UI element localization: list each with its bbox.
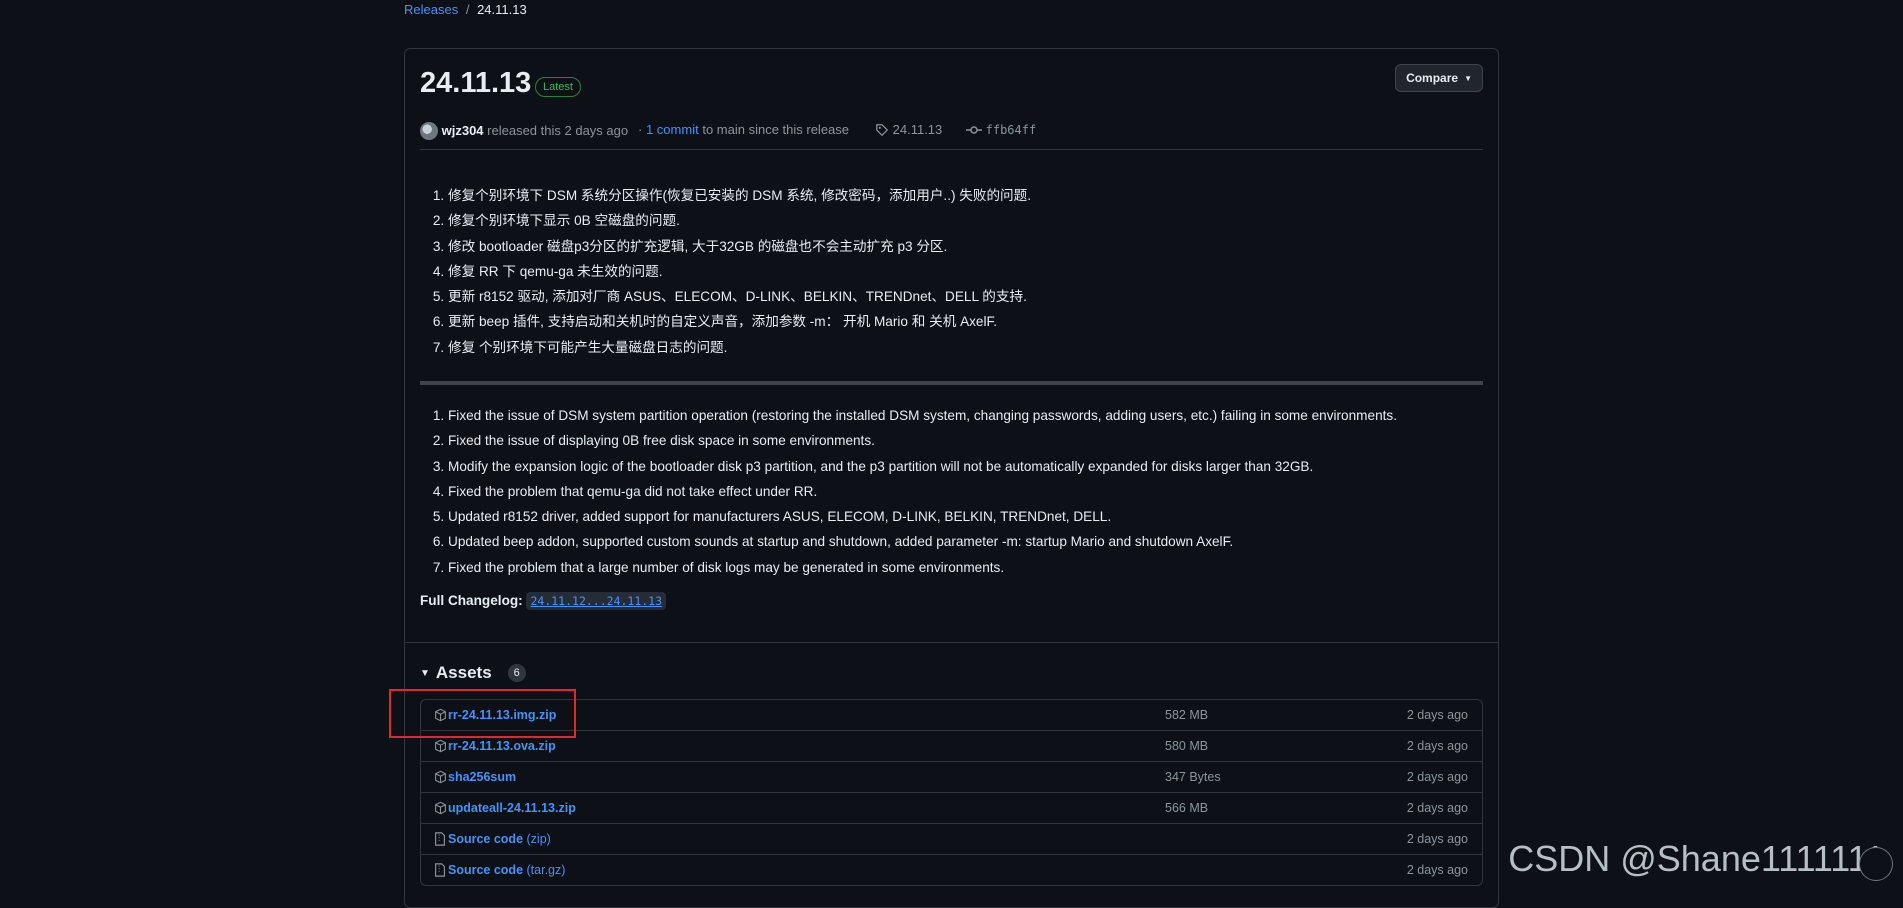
commit-prefix: ·: [638, 122, 643, 137]
asset-date: 2 days ago: [1406, 801, 1468, 815]
meta-divider: [420, 149, 1483, 150]
full-changelog: Full Changelog: 24.11.12...24.11.13: [420, 592, 667, 610]
release-meta: wjz304 released this 2 days ago · 1 comm…: [420, 122, 1036, 140]
asset-date: 2 days ago: [1406, 708, 1468, 722]
source-code-targz-link[interactable]: Source code (tar.gz): [448, 863, 565, 877]
breadcrumb-releases-link[interactable]: Releases: [404, 2, 458, 17]
asset-date: 2 days ago: [1406, 863, 1468, 877]
asset-size: 347 Bytes: [1165, 770, 1221, 784]
commit-icon: [966, 123, 982, 140]
list-item: Modify the expansion logic of the bootlo…: [448, 454, 1397, 479]
asset-link[interactable]: updateall-24.11.13.zip: [448, 801, 576, 815]
list-item: 更新 r8152 驱动, 添加对厂商 ASUS、ELECOM、D-LINK、BE…: [448, 284, 1031, 309]
assets-toggle[interactable]: ▼ Assets 6: [420, 663, 526, 683]
asset-link-label: Source code: [448, 832, 524, 846]
breadcrumb-separator: /: [465, 2, 470, 17]
asset-link-ext: (zip): [526, 832, 551, 846]
watermark: CSDN @Shane1111111: [1508, 838, 1885, 879]
asset-row: rr-24.11.13.ova.zip 580 MB 2 days ago: [421, 730, 1482, 761]
asset-row: rr-24.11.13.img.zip 582 MB 2 days ago: [421, 700, 1482, 730]
floating-action-button[interactable]: [1859, 847, 1893, 881]
asset-link-label: Source code: [448, 863, 524, 877]
list-item: Updated beep addon, supported custom sou…: [448, 529, 1397, 554]
changelog-label: Full Changelog:: [420, 593, 523, 608]
release-card: 24.11.13 Latest Compare ▼ wjz304 released…: [404, 48, 1499, 908]
avatar[interactable]: [420, 122, 438, 140]
released-text: released this 2 days ago: [487, 123, 629, 138]
list-item: Fixed the problem that a large number of…: [448, 555, 1397, 580]
commit-count-link[interactable]: 1 commit: [646, 122, 699, 137]
list-item: 更新 beep 插件, 支持启动和关机时的自定义声音，添加参数 -m： 开机 M…: [448, 309, 1031, 334]
asset-row: sha256sum 347 Bytes 2 days ago: [421, 761, 1482, 792]
package-icon: [434, 770, 447, 787]
breadcrumb: Releases / 24.11.13: [404, 2, 527, 17]
asset-link[interactable]: sha256sum: [448, 770, 516, 784]
asset-size: 582 MB: [1165, 708, 1209, 722]
release-notes-cn: 修复个别环境下 DSM 系统分区操作(恢复已安装的 DSM 系统, 修改密码，添…: [420, 183, 1031, 360]
asset-link[interactable]: rr-24.11.13.ova.zip: [448, 739, 556, 753]
release-title[interactable]: 24.11.13: [420, 67, 531, 100]
list-item: 修复 RR 下 qemu-ga 未生效的问题.: [448, 259, 1031, 284]
triangle-down-icon: ▼: [420, 668, 430, 679]
package-icon: [434, 801, 447, 818]
asset-date: 2 days ago: [1406, 739, 1468, 753]
notes-separator: [420, 381, 1483, 385]
list-item: Fixed the problem that qemu-ga did not t…: [448, 479, 1397, 504]
asset-date: 2 days ago: [1406, 832, 1468, 846]
list-item: Fixed the issue of DSM system partition …: [448, 403, 1397, 428]
changelog-link[interactable]: 24.11.12...24.11.13: [526, 592, 667, 610]
author-link[interactable]: wjz304: [442, 123, 484, 138]
asset-size: 566 MB: [1165, 801, 1209, 815]
compare-label: Compare: [1406, 71, 1459, 85]
latest-badge: Latest: [535, 77, 581, 97]
tag-link[interactable]: 24.11.13: [893, 122, 943, 137]
list-item: 修改 bootloader 磁盘p3分区的扩充逻辑, 大于32GB 的磁盘也不会…: [448, 234, 1031, 259]
asset-row: updateall-24.11.13.zip 566 MB 2 days ago: [421, 792, 1482, 823]
asset-row: Source code (tar.gz) 2 days ago: [421, 854, 1482, 885]
list-item: 修复 个别环境下可能产生大量磁盘日志的问题.: [448, 335, 1031, 360]
assets-list: rr-24.11.13.img.zip 582 MB 2 days ago rr…: [420, 699, 1483, 886]
annotation-highlight-box: [389, 689, 576, 738]
tag-icon: [875, 123, 889, 140]
assets-count-badge: 6: [507, 664, 526, 682]
assets-section-divider: [405, 642, 1498, 643]
asset-size: 580 MB: [1165, 739, 1209, 753]
list-item: 修复个别环境下 DSM 系统分区操作(恢复已安装的 DSM 系统, 修改密码，添…: [448, 183, 1031, 208]
compare-button[interactable]: Compare ▼: [1395, 64, 1483, 92]
package-icon: [434, 739, 447, 756]
commit-suffix: to main since this release: [702, 122, 850, 137]
breadcrumb-current: 24.11.13: [477, 2, 527, 17]
asset-row: Source code (zip) 2 days ago: [421, 823, 1482, 854]
assets-heading: Assets: [435, 663, 492, 682]
file-zip-icon: [434, 863, 446, 880]
asset-link-ext: (tar.gz): [526, 863, 566, 877]
chevron-down-icon: ▼: [1464, 74, 1472, 83]
list-item: Fixed the issue of displaying 0B free di…: [448, 428, 1397, 453]
release-notes-en: Fixed the issue of DSM system partition …: [420, 403, 1397, 580]
list-item: 修复个别环境下显示 0B 空磁盘的问题.: [448, 208, 1031, 233]
source-code-zip-link[interactable]: Source code (zip): [448, 832, 551, 846]
file-zip-icon: [434, 832, 446, 849]
commit-hash-link[interactable]: ffb64ff: [986, 123, 1037, 137]
asset-date: 2 days ago: [1406, 770, 1468, 784]
list-item: Updated r8152 driver, added support for …: [448, 504, 1397, 529]
